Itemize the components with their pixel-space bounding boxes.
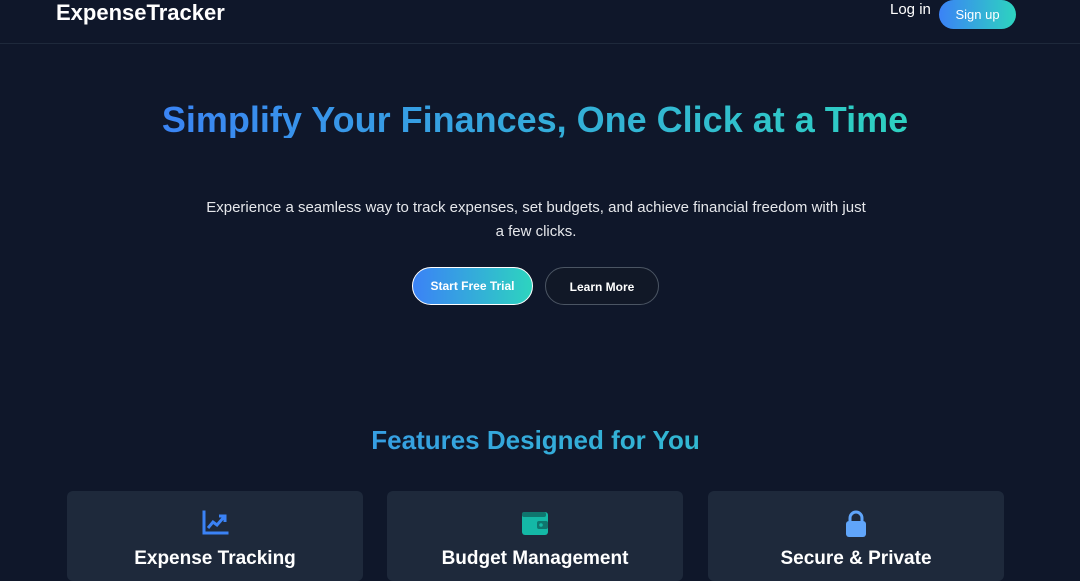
feature-card-expense-tracking: Expense Tracking bbox=[67, 491, 363, 581]
start-free-trial-button[interactable]: Start Free Trial bbox=[412, 267, 533, 305]
feature-title: Secure & Private bbox=[780, 548, 932, 569]
learn-more-button[interactable]: Learn More bbox=[545, 267, 659, 305]
navbar: ExpenseTracker Log in Sign up bbox=[0, 0, 1080, 44]
hero-title: Simplify Your Finances, One Click at a T… bbox=[140, 102, 930, 138]
chart-line-icon bbox=[202, 510, 229, 535]
brand-logo[interactable]: ExpenseTracker bbox=[56, 0, 225, 26]
feature-title: Budget Management bbox=[441, 548, 629, 569]
features-title: Features Designed for You bbox=[0, 424, 1071, 456]
lock-icon bbox=[846, 510, 866, 537]
hero-subtitle: Experience a seamless way to track expen… bbox=[206, 199, 866, 240]
signup-button[interactable]: Sign up bbox=[939, 0, 1016, 29]
wallet-icon bbox=[522, 512, 548, 535]
login-link[interactable]: Log in bbox=[890, 1, 931, 19]
feature-card-budget-management: Budget Management bbox=[387, 491, 683, 581]
feature-card-secure-private: Secure & Private bbox=[708, 491, 1004, 581]
feature-title: Expense Tracking bbox=[134, 548, 296, 569]
